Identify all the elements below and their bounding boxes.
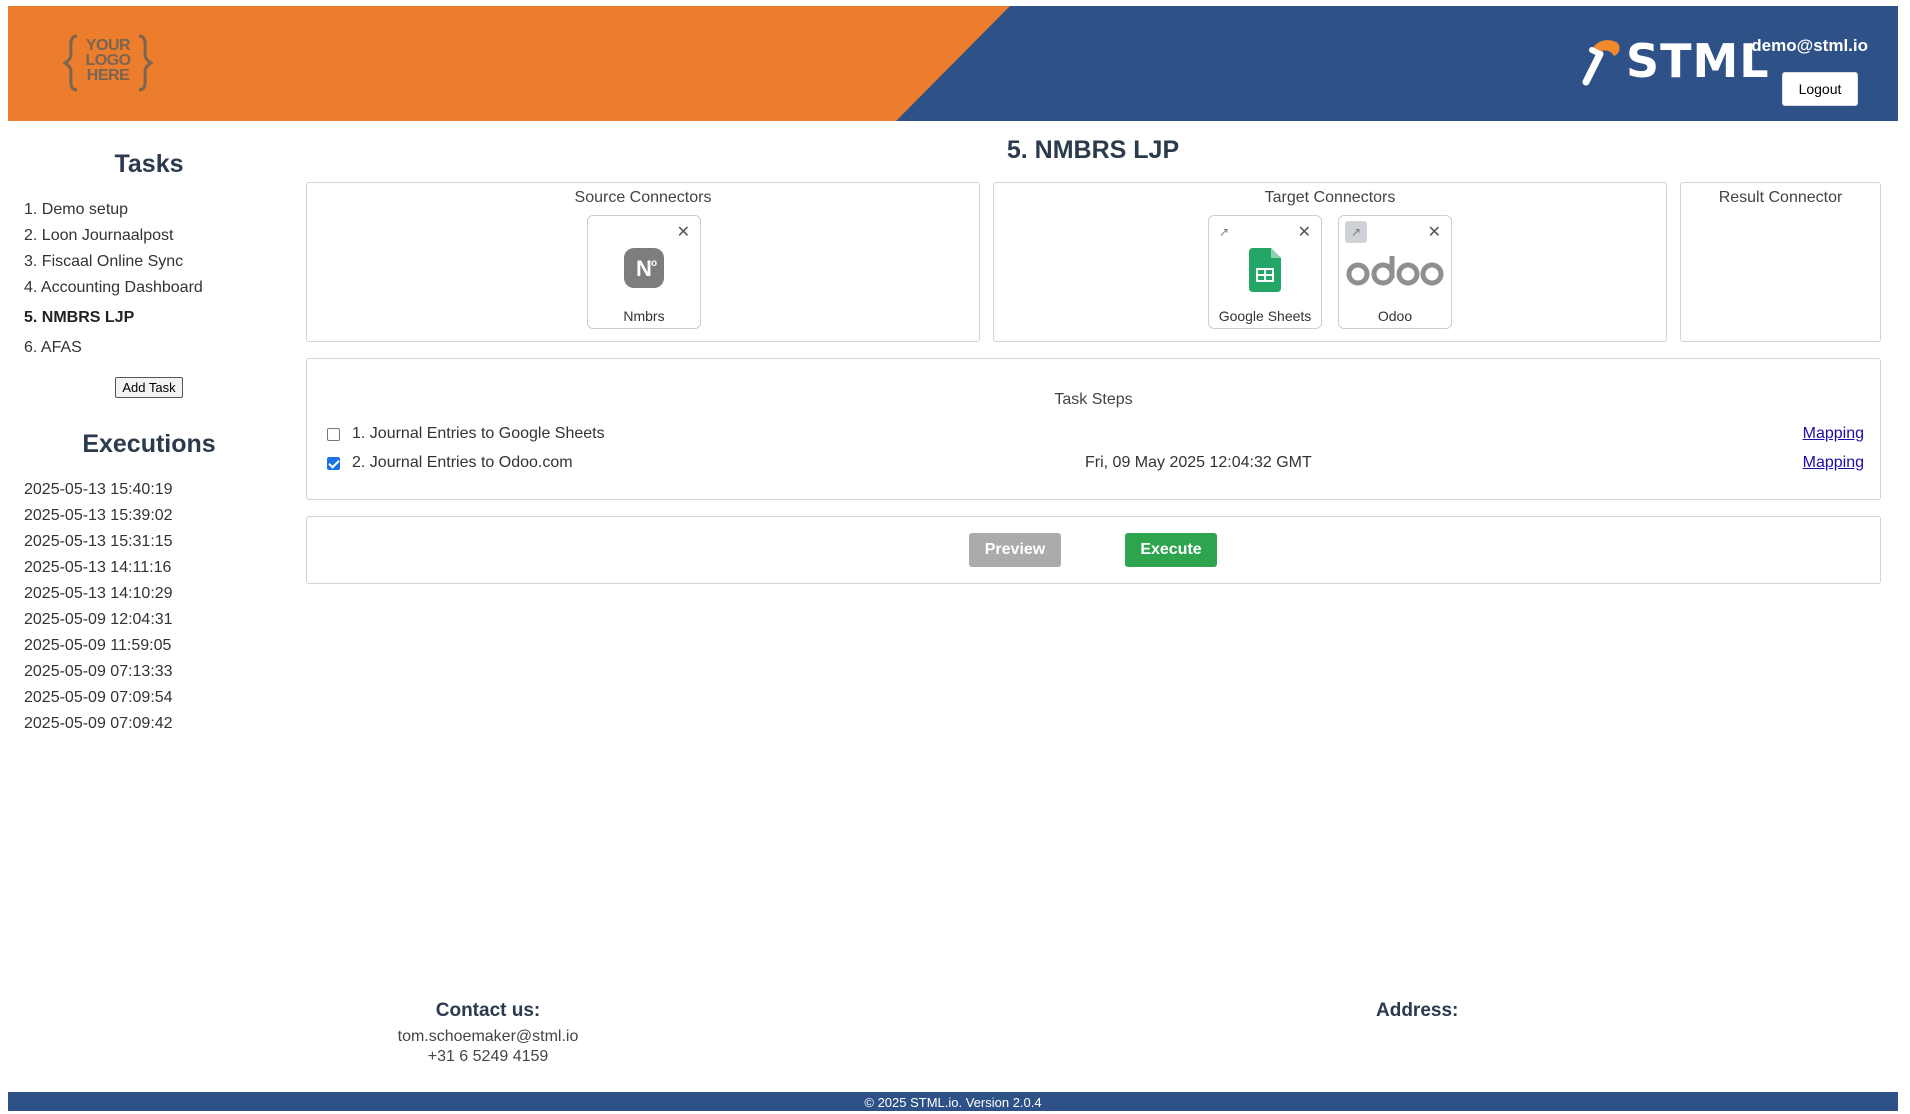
execution-list: 2025-05-13 15:40:19 2025-05-13 15:39:02 …	[8, 477, 290, 737]
connector-card-nmbrs[interactable]: ✕ N o Nmbrs	[587, 215, 701, 329]
target-connectors-panel: Target Connectors ↗ ✕ Google Sheets ↗ ✕	[993, 182, 1667, 342]
nmbrs-logo-icon: N o	[624, 248, 664, 288]
contact-email[interactable]: tom.schoemaker@stml.io	[388, 1028, 588, 1046]
source-connectors-title: Source Connectors	[574, 189, 712, 206]
add-task-button[interactable]: Add Task	[115, 377, 183, 398]
stml-hammer-icon	[1582, 40, 1620, 86]
task-item[interactable]: 3. Fiscaal Online Sync	[24, 249, 290, 275]
stml-brand: STML	[1578, 34, 1770, 88]
task-item[interactable]: 6. AFAS	[24, 332, 290, 363]
contact-phone: +31 6 5249 4159	[427, 1048, 549, 1065]
result-connector-panel: Result Connector	[1680, 182, 1881, 342]
svg-text:o: o	[651, 258, 657, 269]
expand-icon[interactable]: ↗	[1219, 225, 1229, 239]
execution-item[interactable]: 2025-05-13 14:11:16	[24, 555, 290, 581]
source-connectors-panel: Source Connectors ✕ N o Nmbrs	[306, 182, 980, 342]
app-header: YOUR LOGO HERE STML demo@stml.io Logout	[8, 6, 1898, 121]
user-email: demo@stml.io	[1751, 36, 1868, 55]
execute-button[interactable]: Execute	[1125, 533, 1217, 567]
execution-item[interactable]: 2025-05-09 07:09:54	[24, 685, 290, 711]
expand-icon[interactable]: ↗	[1345, 221, 1367, 243]
tasks-heading: Tasks	[114, 150, 184, 178]
execution-item[interactable]: 2025-05-09 11:59:05	[24, 633, 290, 659]
preview-button[interactable]: Preview	[969, 533, 1061, 567]
connector-card-google-sheets[interactable]: ↗ ✕ Google Sheets	[1208, 215, 1322, 329]
task-step-row: 1. Journal Entries to Google Sheets Mapp…	[327, 423, 1864, 445]
brand-name: STML	[1626, 34, 1770, 88]
task-item[interactable]: 4. Accounting Dashboard	[24, 275, 290, 301]
task-steps-title: Task Steps	[1054, 391, 1133, 408]
logout-button[interactable]: Logout	[1782, 72, 1858, 106]
sidebar: Tasks 1. Demo setup 2. Loon Journaalpost…	[8, 150, 290, 737]
execution-item[interactable]: 2025-05-09 07:09:42	[24, 711, 290, 737]
task-list: 1. Demo setup 2. Loon Journaalpost 3. Fi…	[8, 197, 290, 363]
task-item-active[interactable]: 5. NMBRS LJP	[24, 301, 290, 332]
target-connectors-title: Target Connectors	[1264, 189, 1396, 206]
address-heading: Address:	[1376, 1000, 1459, 1021]
page-title: 5. NMBRS LJP	[1006, 136, 1180, 164]
result-connector-title: Result Connector	[1718, 189, 1843, 206]
connector-label: Odoo	[1377, 308, 1413, 324]
execution-item[interactable]: 2025-05-09 12:04:31	[24, 607, 290, 633]
logo-text: YOUR LOGO HERE	[85, 37, 131, 84]
footer-bar: © 2025 STML.io. Version 2.0.4	[8, 1092, 1898, 1111]
task-step-row: 2. Journal Entries to Odoo.com Fri, 09 M…	[327, 452, 1864, 474]
actions-panel: Preview Execute	[306, 516, 1881, 584]
executions-heading: Executions	[82, 430, 216, 458]
task-item[interactable]: 2. Loon Journaalpost	[24, 223, 290, 249]
google-sheets-icon	[1249, 248, 1281, 292]
execution-item[interactable]: 2025-05-13 15:31:15	[24, 529, 290, 555]
step-label: 1. Journal Entries to Google Sheets	[352, 425, 605, 442]
odoo-logo-icon	[1346, 256, 1444, 286]
contact-heading: Contact us:	[435, 1000, 541, 1021]
connector-label: Google Sheets	[1218, 308, 1312, 324]
task-steps-panel: Task Steps 1. Journal Entries to Google …	[306, 358, 1881, 500]
execution-item[interactable]: 2025-05-13 15:39:02	[24, 503, 290, 529]
step-checkbox[interactable]	[327, 456, 340, 470]
close-icon[interactable]: ✕	[1428, 222, 1441, 242]
step-checkbox[interactable]	[327, 427, 340, 441]
connector-label: Nmbrs	[623, 308, 665, 324]
execution-item[interactable]: 2025-05-13 14:10:29	[24, 581, 290, 607]
execution-item[interactable]: 2025-05-13 15:40:19	[24, 477, 290, 503]
contact-section: Contact us: tom.schoemaker@stml.io +31 6…	[388, 1000, 588, 1066]
mapping-link[interactable]: Mapping	[1803, 425, 1864, 443]
close-icon[interactable]: ✕	[677, 222, 690, 242]
copyright-text: © 2025 STML.io. Version 2.0.4	[864, 1095, 1042, 1110]
step-label: 2. Journal Entries to Odoo.com	[352, 454, 573, 471]
company-logo: YOUR LOGO HERE	[61, 32, 155, 94]
task-item[interactable]: 1. Demo setup	[24, 197, 290, 223]
close-icon[interactable]: ✕	[1298, 222, 1311, 242]
execution-item[interactable]: 2025-05-09 07:13:33	[24, 659, 290, 685]
mapping-link[interactable]: Mapping	[1803, 454, 1864, 472]
connector-card-odoo[interactable]: ↗ ✕ Odoo	[1338, 215, 1452, 329]
step-last-run: Fri, 09 May 2025 12:04:32 GMT	[1085, 454, 1312, 471]
svg-text:N: N	[636, 256, 652, 281]
